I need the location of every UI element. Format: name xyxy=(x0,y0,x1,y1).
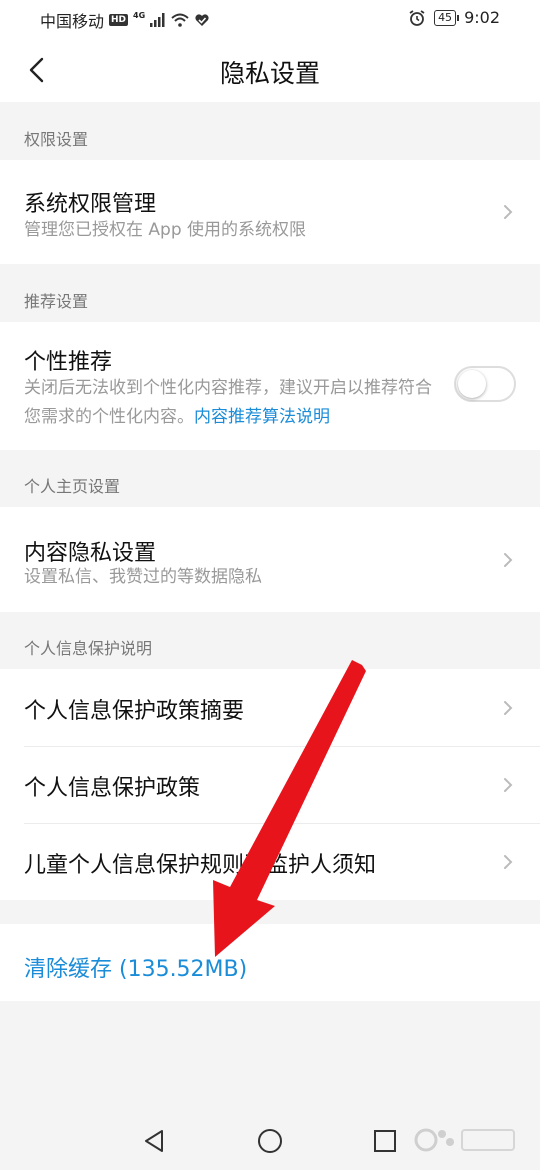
personalized-recommend-title: 个性推荐 xyxy=(24,350,113,375)
content-privacy-row[interactable]: 内容隐私设置 设置私信、我赞过的等数据隐私 xyxy=(0,507,540,612)
clear-cache-row[interactable]: 清除缓存 (135.52MB) xyxy=(0,924,540,1001)
list-item[interactable]: 儿童个人信息保护规则及监护人须知 xyxy=(0,823,540,900)
personalized-recommend-row: 个性推荐 关闭后无法收到个性化内容推荐，建议开启以推荐符合您需求的个性化内容。内… xyxy=(0,322,540,450)
hd-badge: HD xyxy=(109,14,129,26)
list-item[interactable]: 个人信息保护政策摘要 xyxy=(0,669,540,746)
home-circle-icon[interactable] xyxy=(255,1126,285,1156)
section-header-info-protection: 个人信息保护说明 xyxy=(0,612,540,669)
status-left: 中国移动 HD 4G xyxy=(40,8,210,32)
page-title: 隐私设置 xyxy=(219,59,320,88)
content-privacy-subtitle: 设置私信、我赞过的等数据隐私 xyxy=(24,567,262,587)
personalized-recommend-desc: 关闭后无法收到个性化内容推荐，建议开启以推荐符合您需求的个性化内容。内容推荐算法… xyxy=(24,374,440,432)
system-permissions-subtitle: 管理您已授权在 App 使用的系统权限 xyxy=(24,220,307,240)
chevron-right-icon xyxy=(504,205,513,219)
app-header: 隐私设置 xyxy=(0,38,540,102)
personalized-recommend-toggle[interactable] xyxy=(454,366,516,402)
privacy-summary-title: 个人信息保护政策摘要 xyxy=(24,699,245,724)
chevron-right-icon xyxy=(504,701,513,715)
clock: 9:02 xyxy=(464,8,500,27)
section-header-permissions: 权限设置 xyxy=(0,102,540,160)
privacy-policy-title: 个人信息保护政策 xyxy=(24,776,201,801)
battery-level: 45 xyxy=(434,9,460,26)
system-permissions-row[interactable]: 系统权限管理 管理您已授权在 App 使用的系统权限 xyxy=(0,160,540,264)
list-item[interactable]: 个人信息保护政策 xyxy=(0,746,540,823)
alarm-icon xyxy=(409,9,425,26)
chevron-right-icon xyxy=(504,855,513,869)
system-permissions-title: 系统权限管理 xyxy=(24,192,157,217)
clear-cache-button[interactable]: 清除缓存 (135.52MB) xyxy=(24,951,247,983)
info-protection-list: 个人信息保护政策摘要 个人信息保护政策 儿童个人信息保护规则及监护人须知 xyxy=(0,669,540,900)
section-header-recommend: 推荐设置 xyxy=(0,264,540,322)
chevron-right-icon xyxy=(504,778,513,792)
section-header-homepage: 个人主页设置 xyxy=(0,450,540,507)
carrier-name: 中国移动 xyxy=(40,12,105,31)
status-right: 45 9:02 xyxy=(408,8,500,27)
toggle-knob xyxy=(458,370,486,398)
network-type: 4G xyxy=(133,10,146,20)
recents-square-icon[interactable] xyxy=(370,1126,400,1156)
children-privacy-title: 儿童个人信息保护规则及监护人须知 xyxy=(24,853,377,878)
chevron-right-icon xyxy=(504,553,513,567)
status-bar: 中国移动 HD 4G 45 9:02 xyxy=(0,0,540,38)
recommend-algorithm-link[interactable]: 内容推荐算法说明 xyxy=(194,407,330,427)
wifi-icon xyxy=(171,13,189,27)
baidu-watermark-logo xyxy=(414,1128,515,1152)
heart-check-icon xyxy=(195,14,209,26)
signal-icon xyxy=(150,13,165,27)
back-triangle-icon[interactable] xyxy=(140,1126,170,1156)
